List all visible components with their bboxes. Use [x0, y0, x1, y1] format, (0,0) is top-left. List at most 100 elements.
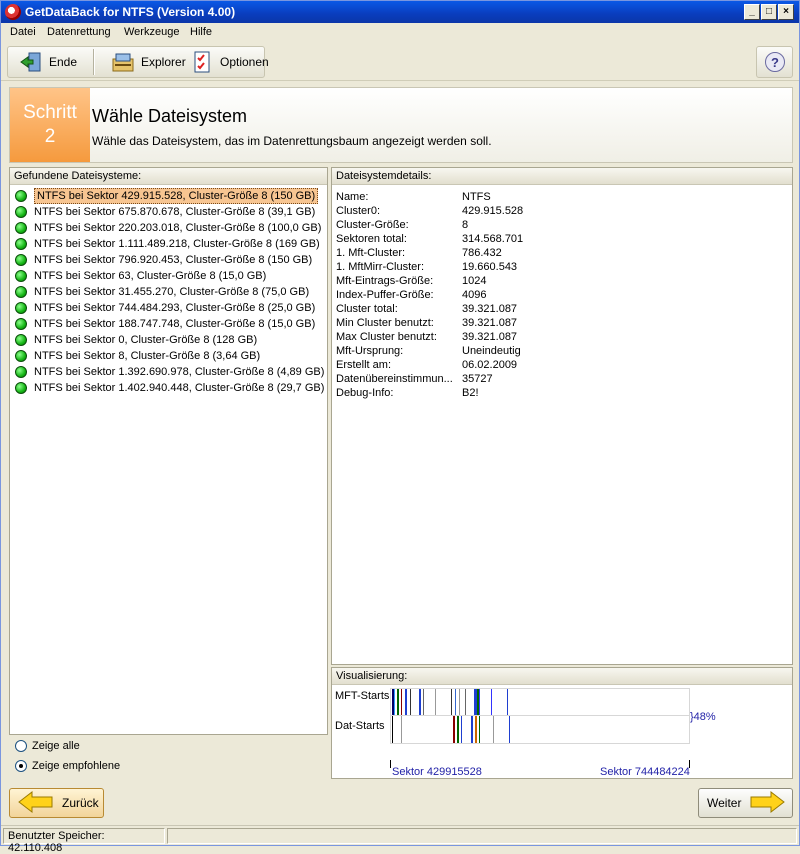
filesystem-item[interactable]: NTFS bei Sektor 1.392.690.978, Cluster-G…: [12, 364, 327, 380]
mft-starts-strip: [390, 688, 690, 716]
options-button[interactable]: Optionen: [184, 47, 275, 77]
menu-hilfe[interactable]: Hilfe: [190, 26, 212, 38]
filesystem-item[interactable]: NTFS bei Sektor 796.920.453, Cluster-Grö…: [12, 252, 327, 268]
detail-key: Index-Puffer-Größe:: [336, 289, 434, 301]
explorer-icon: [111, 51, 135, 73]
detail-value: 06.02.2009: [462, 359, 518, 371]
filesystem-item[interactable]: NTFS bei Sektor 0, Cluster-Größe 8 (128 …: [12, 332, 327, 348]
detail-key: Cluster total:: [336, 303, 398, 315]
detail-value: NTFS: [462, 191, 491, 203]
toolbar-separator: [93, 49, 95, 75]
options-label: Optionen: [220, 55, 269, 69]
visualization-bar: [435, 689, 436, 715]
filesystem-item-label: NTFS bei Sektor 188.747.748, Cluster-Grö…: [34, 318, 316, 330]
back-button[interactable]: Zurück: [9, 788, 104, 818]
dat-starts-strip: [390, 716, 690, 744]
menu-bar: Datei Datenrettung Werkzeuge Hilfe: [1, 23, 799, 43]
window-title: GetDataBack for NTFS (Version 4.00): [25, 5, 236, 19]
next-button[interactable]: Weiter: [698, 788, 793, 818]
exit-label: Ende: [49, 55, 78, 69]
detail-value: 39.321.087: [462, 317, 518, 329]
app-icon: [5, 4, 21, 20]
detail-row: Datenübereinstimmun... 35727: [336, 372, 523, 386]
detail-row: Index-Puffer-Größe: 4096: [336, 288, 523, 302]
app-window: GetDataBack for NTFS (Version 4.00) _ □ …: [0, 0, 800, 854]
radio-circle-checked[interactable]: [15, 760, 27, 772]
status-dot-icon: [15, 334, 27, 346]
sector-start-tick: [390, 760, 391, 768]
menu-datei[interactable]: Datei: [10, 26, 36, 38]
status-dot-icon: [15, 350, 27, 362]
status-dot-icon: [15, 286, 27, 298]
visualization-bar: [392, 716, 393, 743]
status-dot-icon: [15, 222, 27, 234]
help-button[interactable]: ?: [756, 46, 793, 78]
status-dot-icon: [15, 270, 27, 282]
close-button[interactable]: ×: [778, 4, 794, 20]
detail-key: Sektoren total:: [336, 233, 407, 245]
visualization-panel: Visualisierung: MFT-Starts Dat-Starts }4…: [331, 667, 793, 779]
visualization-header: Visualisierung:: [332, 668, 792, 685]
filesystem-item[interactable]: NTFS bei Sektor 8, Cluster-Größe 8 (3,64…: [12, 348, 327, 364]
detail-key: Debug-Info:: [336, 387, 394, 399]
visualization-bar: [509, 716, 510, 743]
exit-button[interactable]: Ende: [13, 47, 83, 77]
detail-row: Cluster total: 39.321.087: [336, 302, 523, 316]
show-all-radio[interactable]: Zeige alle: [15, 740, 80, 752]
menu-werkzeuge[interactable]: Werkzeuge: [124, 26, 179, 38]
arrow-left-icon: [18, 790, 54, 816]
back-label: Zurück: [62, 796, 99, 810]
filesystem-item-label: NTFS bei Sektor 1.392.690.978, Cluster-G…: [34, 366, 325, 378]
visualization-bar: [453, 716, 455, 743]
arrow-right-icon: [749, 790, 786, 816]
filesystem-item[interactable]: NTFS bei Sektor 31.455.270, Cluster-Größ…: [12, 284, 327, 300]
explorer-button[interactable]: Explorer: [105, 47, 192, 77]
filesystem-item-label: NTFS bei Sektor 1.111.489.218, Cluster-G…: [34, 238, 320, 250]
filesystem-item-label: NTFS bei Sektor 63, Cluster-Größe 8 (15,…: [34, 270, 267, 282]
sector-start-label: Sektor 429915528: [392, 766, 482, 778]
visualization-bar: [405, 689, 407, 715]
status-dot-icon: [15, 254, 27, 266]
filesystem-item[interactable]: NTFS bei Sektor 188.747.748, Cluster-Grö…: [12, 316, 327, 332]
detail-key: Mft-Ursprung:: [336, 345, 404, 357]
detail-key: Erstellt am:: [336, 359, 392, 371]
show-all-label: Zeige alle: [32, 740, 80, 752]
filesystem-item[interactable]: NTFS bei Sektor 744.484.293, Cluster-Grö…: [12, 300, 327, 316]
filesystem-item-label: NTFS bei Sektor 31.455.270, Cluster-Größ…: [34, 286, 310, 298]
status-dot-icon: [15, 366, 27, 378]
show-recommended-radio[interactable]: Zeige empfohlene: [15, 760, 120, 772]
step-badge: Schritt 2: [10, 88, 90, 162]
step-header: Schritt 2 Wähle Dateisystem Wähle das Da…: [9, 87, 793, 163]
next-label: Weiter: [707, 796, 742, 810]
checklist-icon: [190, 51, 214, 73]
filesystem-item[interactable]: NTFS bei Sektor 675.870.678, Cluster-Grö…: [12, 204, 327, 220]
visualization-bar: [459, 689, 460, 715]
detail-key: Cluster0:: [336, 205, 381, 217]
details-table: Name: NTFS Cluster0: 429.915.528 Cluster-Grö…: [336, 190, 523, 400]
filesystem-item[interactable]: NTFS bei Sektor 63, Cluster-Größe 8 (15,…: [12, 268, 327, 284]
visualization-bar: [455, 689, 456, 715]
step-title: Wähle Dateisystem: [92, 106, 248, 126]
visualization-bar: [397, 689, 399, 715]
radio-circle[interactable]: [15, 740, 27, 752]
filesystem-item[interactable]: NTFS bei Sektor 220.203.018, Cluster-Grö…: [12, 220, 327, 236]
status-dot-icon: [15, 206, 27, 218]
minimize-button[interactable]: _: [744, 4, 760, 20]
detail-key: Datenübereinstimmun...: [336, 373, 453, 385]
visualization-bar: [471, 716, 473, 743]
detail-key: Mft-Eintrags-Größe:: [336, 275, 434, 287]
sector-end-label: Sektor 744484224: [600, 766, 690, 778]
filesystems-list[interactable]: NTFS bei Sektor 429.915.528, Cluster-Grö…: [12, 188, 327, 396]
title-bar[interactable]: GetDataBack for NTFS (Version 4.00) _ □ …: [1, 1, 799, 23]
filesystem-item-label: NTFS bei Sektor 429.915.528, Cluster-Grö…: [34, 188, 319, 204]
maximize-button[interactable]: □: [761, 4, 777, 20]
filesystem-item[interactable]: NTFS bei Sektor 1.402.940.448, Cluster-G…: [12, 380, 327, 396]
filesystem-item[interactable]: NTFS bei Sektor 1.111.489.218, Cluster-G…: [12, 236, 327, 252]
filesystem-item-label: NTFS bei Sektor 8, Cluster-Größe 8 (3,64…: [34, 350, 261, 362]
step-description: Wähle das Dateisystem, das im Datenrettu…: [92, 134, 492, 148]
visualization-bar: [394, 689, 395, 715]
filesystem-item[interactable]: NTFS bei Sektor 429.915.528, Cluster-Grö…: [12, 188, 327, 204]
visualization-bar: [401, 716, 402, 743]
detail-row: Cluster-Größe: 8: [336, 218, 523, 232]
menu-datenrettung[interactable]: Datenrettung: [47, 26, 111, 38]
